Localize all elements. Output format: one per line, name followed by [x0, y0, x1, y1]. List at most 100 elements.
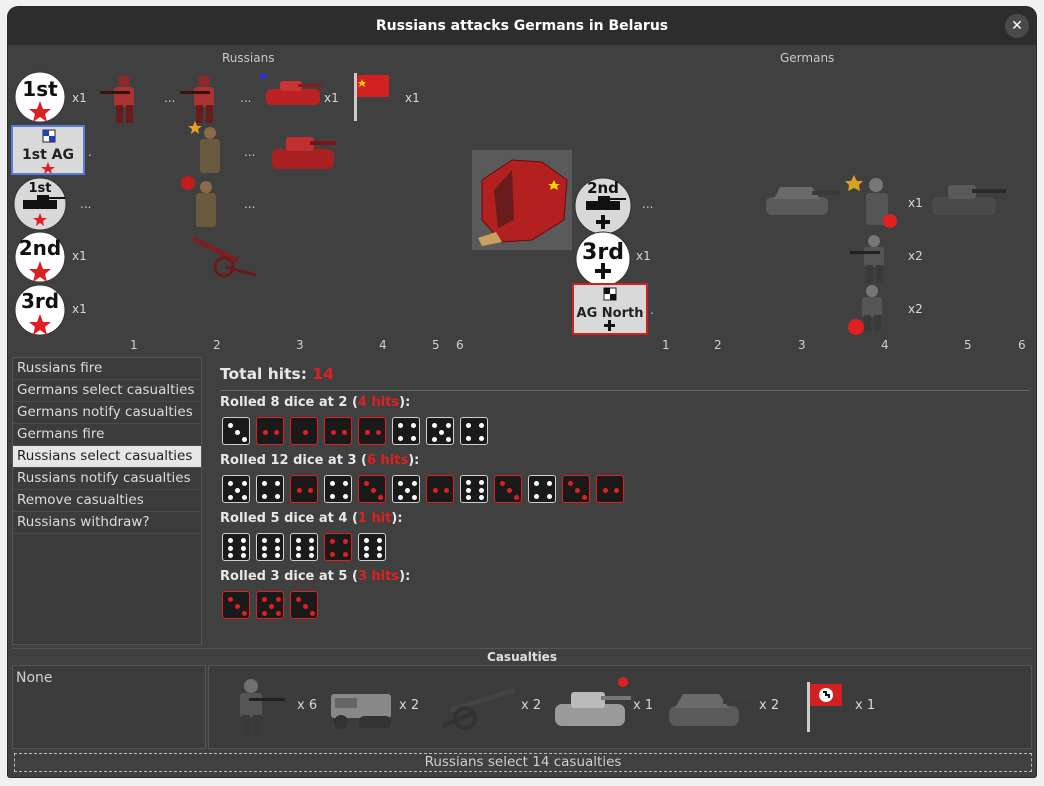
- die-pip: [296, 487, 302, 493]
- russian-artillery-icon[interactable]: [186, 233, 260, 279]
- german-ag-north-badge[interactable]: AG North: [572, 283, 648, 335]
- russian-col-2: 2: [213, 338, 221, 352]
- russian-officer-icon[interactable]: [180, 173, 224, 231]
- roll-hits: 3 hits: [357, 569, 400, 584]
- german-officer-icon[interactable]: [842, 171, 908, 233]
- russian-1st-tank-army-badge[interactable]: 1st: [11, 177, 69, 235]
- badge-label: AG North: [577, 306, 644, 321]
- german-assault-gun-icon[interactable]: [760, 175, 842, 227]
- close-icon[interactable]: ✕: [1005, 14, 1029, 38]
- die-pip: [275, 610, 281, 616]
- die-face-icon: [222, 417, 250, 445]
- soviet-flag-icon[interactable]: [346, 69, 398, 125]
- russian-officer-icon[interactable]: [184, 119, 228, 179]
- russian-dots-1: ...: [164, 91, 176, 105]
- step-item[interactable]: Russians withdraw?: [13, 512, 201, 534]
- die-pip: [234, 603, 240, 609]
- die-face-icon: [494, 475, 522, 503]
- russian-tank-mult: x1: [324, 91, 339, 105]
- die-face-icon: [324, 417, 352, 445]
- russian-1st-ag-badge[interactable]: 1st AG: [11, 125, 85, 175]
- russian-dots-3: ...: [244, 145, 256, 159]
- die-pip: [364, 553, 370, 559]
- german-2nd-panzer-badge[interactable]: 2nd: [572, 177, 634, 239]
- die-face-icon: [358, 417, 386, 445]
- casualty-mult: x 6: [297, 698, 318, 713]
- die-face-icon: [426, 417, 454, 445]
- step-item-active[interactable]: Russians select casualties: [13, 446, 201, 468]
- die-face-icon: [290, 533, 318, 561]
- territory-map-icon: [472, 150, 572, 250]
- german-3rd-hq-badge[interactable]: 3rd: [572, 231, 634, 291]
- die-face-icon: [596, 475, 624, 503]
- russian-heavy-tank-icon[interactable]: [266, 123, 340, 179]
- casualty-mult: x 2: [521, 698, 542, 713]
- die-pip: [302, 429, 308, 435]
- die-pip: [330, 429, 336, 435]
- russian-infantry-icon[interactable]: [176, 69, 232, 125]
- russian-1st-mult: x1: [72, 91, 87, 105]
- die-pip: [376, 545, 382, 551]
- assault-gun-icon[interactable]: [663, 676, 753, 736]
- die-pip: [466, 495, 472, 501]
- roll-suffix: ):: [408, 453, 420, 468]
- german-flag-icon[interactable]: [799, 678, 851, 736]
- die-pip: [364, 429, 370, 435]
- die-pip: [296, 553, 302, 559]
- die-face-icon: [256, 417, 284, 445]
- roll-summary: Rolled 5 dice at 4 (1 hit):: [220, 511, 403, 526]
- roll-summary: Rolled 8 dice at 2 (4 hits):: [220, 395, 410, 410]
- badge-label: 1st AG: [22, 147, 74, 163]
- step-item[interactable]: Russians notify casualties: [13, 468, 201, 490]
- die-pip: [330, 493, 336, 499]
- german-infantry-icon[interactable]: [846, 231, 906, 285]
- russian-3rd-mult: x1: [72, 302, 87, 316]
- russian-flag-mult: x1: [405, 91, 420, 105]
- step-item[interactable]: Germans notify casualties: [13, 402, 201, 424]
- die-pip: [262, 429, 268, 435]
- step-item[interactable]: Germans fire: [13, 424, 201, 446]
- window-title: Russians attacks Germans in Belarus: [375, 18, 669, 34]
- heavy-tank-icon[interactable]: [551, 674, 633, 736]
- german-infantry-icon[interactable]: [842, 281, 904, 337]
- casualty-mult: x 2: [399, 698, 420, 713]
- die-face-icon: [290, 475, 318, 503]
- step-item[interactable]: Remove casualties: [13, 490, 201, 512]
- die-pip: [342, 429, 348, 435]
- artillery-icon[interactable]: [435, 682, 519, 734]
- die-pip: [295, 596, 301, 602]
- die-face-icon: [562, 475, 590, 503]
- german-col-2: 2: [714, 338, 722, 352]
- russian-3rd-hq-badge[interactable]: 3rd: [11, 284, 69, 340]
- die-pip: [397, 480, 403, 486]
- die-pip: [241, 436, 247, 442]
- russian-infantry-icon[interactable]: [96, 69, 152, 125]
- die-pip: [478, 487, 484, 493]
- die-pip: [342, 493, 348, 499]
- battle-step-list: Russians fire Germans select casualties …: [12, 357, 202, 645]
- russian-2nd-hq-badge[interactable]: 2nd: [11, 231, 69, 287]
- die-pip: [227, 494, 233, 500]
- die-pip: [534, 481, 540, 487]
- step-item[interactable]: Germans select casualties: [13, 380, 201, 402]
- total-hits-value: 14: [312, 365, 334, 383]
- halftrack-icon[interactable]: [327, 680, 397, 736]
- casualty-mult: x 2: [759, 698, 780, 713]
- casualties-none-label: None: [16, 670, 53, 686]
- die-pip: [240, 537, 246, 543]
- die-pip: [228, 537, 234, 543]
- russian-1st-hq-badge[interactable]: 1st: [11, 71, 69, 127]
- die-pip: [274, 537, 280, 543]
- russian-tank-icon[interactable]: [258, 71, 324, 115]
- russian-1st-ag-mult: .: [88, 145, 92, 159]
- roll-hits: 4 hits: [357, 395, 400, 410]
- die-pip: [445, 436, 451, 442]
- russians-side-label: Russians: [222, 51, 275, 65]
- die-pip: [411, 480, 417, 486]
- casualties-left-panel: None: [12, 665, 206, 749]
- badge-label: 2nd: [19, 236, 61, 260]
- step-item[interactable]: Russians fire: [13, 358, 201, 380]
- die-pip: [581, 494, 587, 500]
- german-infantry-icon[interactable]: [223, 674, 287, 742]
- german-tank-icon[interactable]: [926, 175, 1010, 223]
